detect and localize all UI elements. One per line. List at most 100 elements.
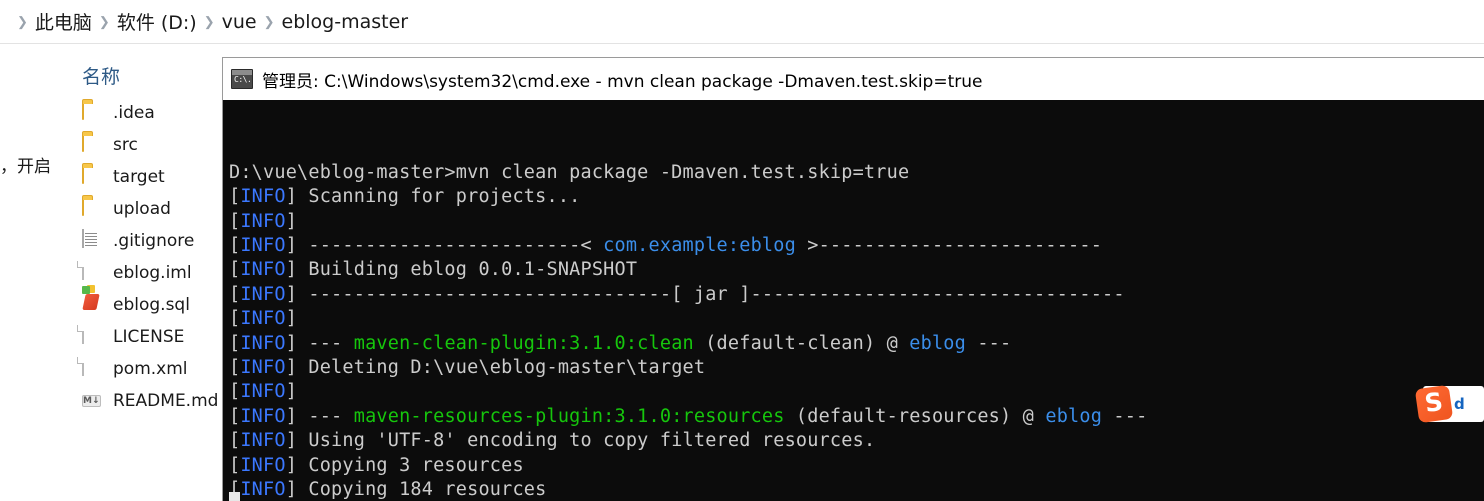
console-text-segment: INFO — [240, 357, 286, 379]
console-text-segment: >------------------------- — [795, 235, 1103, 257]
console-text-segment: INFO — [240, 308, 286, 330]
folder-icon — [82, 165, 104, 188]
console-text-segment: [ — [229, 283, 241, 305]
breadcrumb-chevron-icon: ❯ — [98, 14, 110, 29]
console-text-segment: [ — [229, 308, 241, 330]
file-list-item-label: eblog.sql — [113, 295, 190, 315]
ime-status-badge[interactable]: S d — [1414, 384, 1484, 424]
console-text-segment: ] — [285, 308, 309, 330]
console-titlebar[interactable]: C:\. 管理员: C:\Windows\system32\cmd.exe - … — [223, 58, 1484, 100]
breadcrumb-item-2[interactable]: 软件 (D:) — [117, 8, 197, 35]
console-text-segment: INFO — [240, 381, 286, 403]
console-text-segment: ] Scanning for projects... — [285, 186, 581, 208]
console-text-segment: [ — [229, 405, 241, 427]
console-line: [INFO] --- maven-clean-plugin:3.1.0:clea… — [229, 332, 1484, 356]
console-line: [INFO] Building eblog 0.0.1-SNAPSHOT — [229, 258, 1484, 282]
file-list-item[interactable]: pom.xml — [82, 353, 222, 385]
console-text-segment: [ — [229, 259, 241, 281]
console-text-segment: ] Deleting D:\vue\eblog-master\target — [285, 357, 706, 379]
console-line: [INFO] Copying 3 resources — [229, 454, 1484, 478]
console-text-segment: (default-clean) @ — [693, 332, 910, 354]
console-line: [INFO] Using 'UTF-8' encoding to copy fi… — [229, 429, 1484, 453]
breadcrumb[interactable]: ❯ 此电脑 ❯ 软件 (D:) ❯ vue ❯ eblog-master — [0, 0, 1484, 43]
column-header-name[interactable]: 名称 — [62, 44, 222, 97]
console-text-segment: ] — [285, 210, 309, 232]
markdown-icon-glyph: M↓ — [82, 395, 101, 407]
console-line: [INFO] ------------------------< com.exa… — [229, 234, 1484, 258]
console-text-segment: [ — [229, 430, 241, 452]
console-text-segment: INFO — [240, 430, 286, 452]
file-list-item[interactable]: target — [82, 161, 222, 193]
text-document-icon-glyph — [82, 229, 84, 248]
console-output[interactable]: D:\vue\eblog-master>mvn clean package -D… — [223, 100, 1484, 501]
console-cursor — [229, 492, 240, 501]
folder-icon-glyph — [82, 101, 84, 120]
sql-database-icon — [82, 294, 104, 316]
console-text-segment: [ — [229, 332, 241, 354]
file-list-item[interactable]: .idea — [82, 97, 222, 129]
breadcrumb-item-3[interactable]: vue — [222, 11, 257, 33]
file-list-item-label: .gitignore — [113, 231, 195, 251]
document-icon-glyph — [82, 357, 84, 376]
console-text-segment: [ — [229, 381, 241, 403]
console-text-segment: INFO — [240, 405, 286, 427]
console-text-segment: ] Using 'UTF-8' encoding to copy filtere… — [285, 430, 876, 452]
folder-icon — [82, 197, 104, 220]
screen-root: ❯ 此电脑 ❯ 软件 (D:) ❯ vue ❯ eblog-master ，开启 名称 .id… — [0, 0, 1484, 501]
console-window-title: 管理员: C:\Windows\system32\cmd.exe - mvn c… — [262, 71, 983, 92]
file-list-item[interactable]: eblog.iml — [82, 257, 222, 289]
file-list-item[interactable]: upload — [82, 193, 222, 225]
cmd-console-window[interactable]: C:\. 管理员: C:\Windows\system32\cmd.exe - … — [222, 57, 1484, 501]
file-list-pane: 名称 .idea src target upload .gitignore eblog.i… — [62, 44, 222, 501]
markdown-icon: M↓ — [82, 390, 104, 412]
file-list-item[interactable]: .gitignore — [82, 225, 222, 257]
document-icon — [82, 261, 104, 284]
breadcrumb-chevron-icon: ❯ — [203, 14, 215, 29]
console-text-segment: --- — [966, 332, 1012, 354]
console-text-segment: ] — [285, 381, 309, 403]
breadcrumb-item-1[interactable]: 此电脑 — [35, 8, 92, 35]
console-text-segment: [ — [229, 210, 241, 232]
console-text-segment: INFO — [240, 186, 286, 208]
document-icon-glyph — [82, 261, 84, 280]
file-list-item-label: LICENSE — [113, 327, 185, 347]
clipped-background-text: ，开启 — [0, 157, 51, 177]
file-list-item-label: README.md — [113, 391, 219, 411]
file-list-item-label: pom.xml — [113, 359, 188, 379]
console-text-segment: INFO — [240, 454, 286, 476]
console-text-segment: (default-resources) @ — [784, 405, 1046, 427]
ime-badge-label: d — [1454, 395, 1465, 413]
file-list: .idea src target upload .gitignore eblog.iml e… — [62, 97, 222, 417]
folder-icon-glyph — [82, 133, 84, 152]
file-list-item-label: upload — [113, 199, 171, 219]
sogou-logo-icon: S — [1414, 384, 1454, 424]
folder-icon — [82, 101, 104, 124]
file-list-item[interactable]: M↓ README.md — [82, 385, 222, 417]
folder-icon-glyph — [82, 165, 84, 184]
console-line: [INFO] — [229, 210, 1484, 234]
console-text-segment: ] --------------------------------[ jar … — [285, 283, 1125, 305]
console-text-segment: ] --- — [285, 405, 354, 427]
console-text-segment: ] Copying 184 resources — [285, 479, 547, 501]
console-text-segment: ] Copying 3 resources — [285, 454, 524, 476]
console-line: [INFO] — [229, 307, 1484, 331]
console-text-segment: INFO — [240, 259, 286, 281]
console-line: [INFO] --- maven-resources-plugin:3.1.0:… — [229, 405, 1484, 429]
breadcrumb-chevron-icon: ❯ — [263, 14, 275, 29]
console-line: [INFO] Scanning for projects... — [229, 185, 1484, 209]
console-text-segment: maven-clean-plugin:3.1.0:clean — [353, 332, 694, 354]
file-list-item[interactable]: src — [82, 129, 222, 161]
console-text-segment: maven-resources-plugin:3.1.0:resources — [353, 405, 785, 427]
console-text-segment: com.example:eblog — [603, 235, 796, 257]
console-text-segment: ] --- — [285, 332, 354, 354]
cmd-icon-label: C:\. — [234, 75, 252, 84]
file-list-item-label: eblog.iml — [113, 263, 192, 283]
breadcrumb-chevron-icon: ❯ — [17, 14, 28, 29]
console-text-segment: INFO — [240, 235, 286, 257]
console-text-segment: ] Building eblog 0.0.1-SNAPSHOT — [285, 259, 638, 281]
console-line: D:\vue\eblog-master>mvn clean package -D… — [229, 161, 1484, 185]
console-text-segment: INFO — [240, 479, 286, 501]
breadcrumb-item-4[interactable]: eblog-master — [282, 11, 409, 33]
file-list-item[interactable]: LICENSE — [82, 321, 222, 353]
file-list-item[interactable]: eblog.sql — [82, 289, 222, 321]
